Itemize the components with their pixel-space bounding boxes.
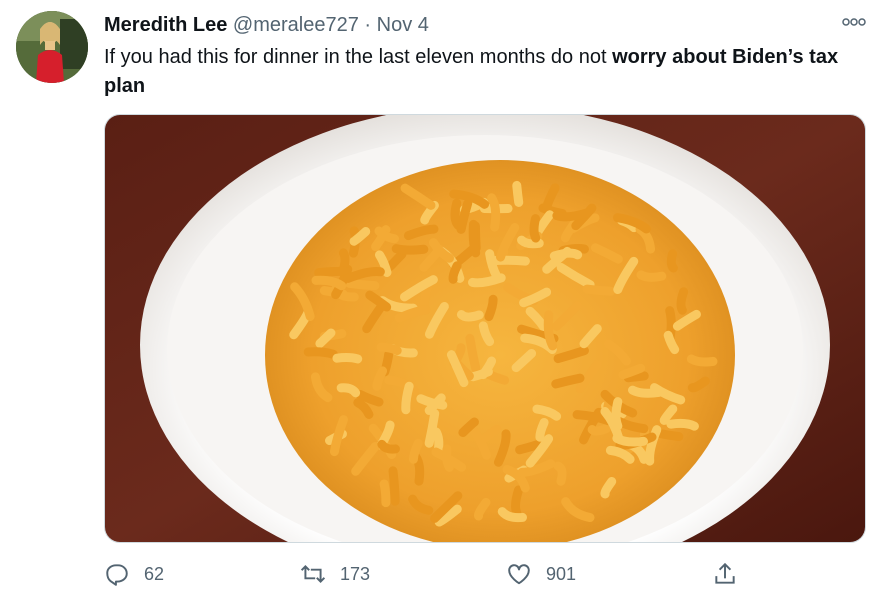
author-name[interactable]: Meredith Lee	[104, 14, 227, 36]
macaroni-noodle	[653, 428, 684, 442]
macaroni-noodle	[484, 294, 498, 322]
tweet-actions: 62 173 901	[104, 558, 866, 590]
retweet-icon	[300, 565, 326, 583]
macaroni-noodle	[618, 363, 646, 380]
macaroni-noodle	[511, 485, 524, 517]
macaroni-noodle	[424, 408, 440, 448]
macaroni-noodle	[336, 383, 361, 398]
macaroni-noodle	[535, 418, 549, 442]
reply-button[interactable]: 62	[104, 558, 164, 590]
macaroni-noodle	[388, 466, 400, 506]
macaroni-noodle	[552, 208, 593, 222]
macaroni-noodle	[379, 479, 391, 508]
macaroni-noodle	[636, 270, 667, 282]
tweet-date[interactable]: Nov 4	[377, 14, 429, 36]
tweet-image[interactable]	[104, 114, 866, 543]
macaroni-noodle	[456, 310, 484, 322]
macaroni-noodle	[442, 444, 454, 472]
macaroni-noodle	[467, 273, 506, 288]
macaroni-noodle	[582, 284, 616, 296]
macaroni-noodle	[487, 193, 501, 232]
share-button[interactable]	[712, 558, 752, 590]
like-count: 901	[546, 563, 577, 584]
macaroni-noodle	[450, 198, 463, 230]
macaroni-noodle	[401, 381, 414, 415]
macaroni-noodle	[676, 287, 689, 315]
macaroni-noodle	[543, 310, 558, 351]
retweet-button[interactable]: 173	[300, 558, 370, 590]
avatar[interactable]	[16, 11, 88, 83]
macaroni-noodle	[549, 248, 583, 261]
like-icon	[508, 564, 530, 585]
macaroni-noodle	[408, 438, 423, 464]
macaroni-noodle	[666, 249, 678, 273]
macaroni-noodle	[686, 354, 718, 367]
macaroni-noodle	[376, 342, 402, 356]
tweet-text-plain: If you had this for dinner in the last e…	[104, 46, 613, 68]
macaroni-noodle	[468, 219, 481, 258]
macaroni-noodle	[587, 424, 611, 436]
macaroni-noodle	[553, 461, 567, 486]
macaroni-noodle	[487, 255, 530, 266]
macaroni-noodle	[512, 180, 524, 207]
macaroni-noodle	[314, 266, 351, 278]
more-options-icon	[842, 18, 866, 26]
macaroni-noodle	[332, 353, 363, 364]
macaroni-noodle	[551, 373, 585, 389]
more-options-button[interactable]	[840, 12, 868, 32]
reply-count: 62	[144, 563, 165, 584]
tweet-text: If you had this for dinner in the last e…	[104, 43, 864, 101]
reply-icon	[106, 564, 128, 586]
macaroni-noodle	[612, 433, 648, 447]
macaroni-noodle	[391, 244, 429, 255]
macaroni-noodle	[465, 333, 481, 374]
avatar-photo	[16, 11, 88, 83]
macaroni-noodle	[666, 418, 699, 431]
separator: ·	[364, 14, 372, 36]
author-handle[interactable]: @meralee727	[233, 14, 359, 36]
share-icon	[715, 562, 735, 584]
macaroni-noodle	[377, 439, 400, 454]
macaroni-bowl-image	[105, 115, 865, 542]
tweet-header: Meredith Lee @meralee727 · Nov 4	[104, 13, 429, 37]
macaroni-noodle	[372, 366, 388, 391]
macaroni-noodle	[529, 214, 541, 243]
macaroni-noodle	[611, 397, 623, 431]
macaroni-noodle	[344, 278, 380, 291]
retweet-count: 173	[340, 563, 371, 584]
macaroni-noodle	[303, 347, 338, 359]
macaroni-noodle	[448, 261, 462, 284]
like-button[interactable]: 901	[506, 558, 576, 590]
